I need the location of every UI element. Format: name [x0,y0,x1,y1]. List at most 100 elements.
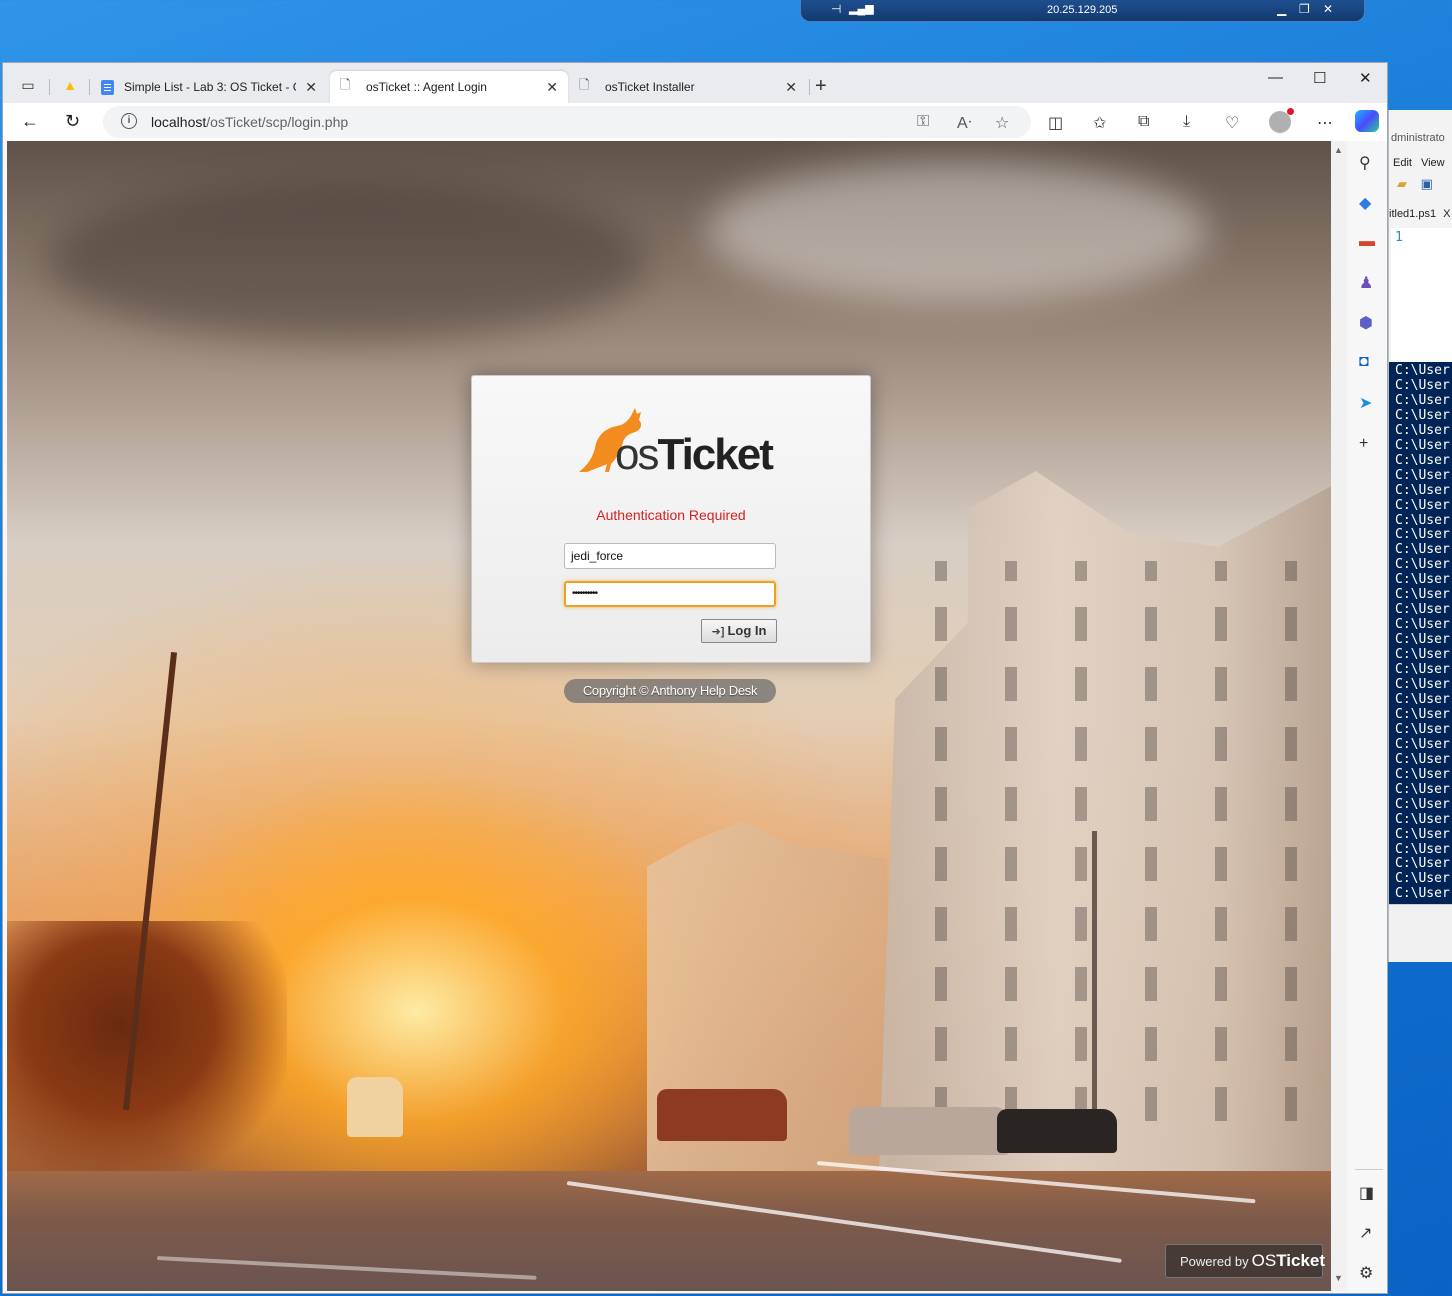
powered-by-text: Powered by [1180,1253,1249,1269]
brand-os-text: OS [1251,1251,1277,1270]
url-field[interactable]: i localhost/osTicket/scp/login.php ⚿ Aᐧ … [103,106,1031,138]
search-icon[interactable]: ⚲ [1359,153,1371,173]
brand-ticket-text: Ticket [1276,1251,1326,1270]
rdp-host-ip: 20.25.129.205 [1047,4,1118,16]
console-line: C:\User [1395,377,1450,393]
tab-divider [49,79,50,95]
favorites-icon[interactable]: ✩ [1093,113,1106,133]
add-sidebar-item-icon[interactable]: + [1359,435,1368,453]
rdp-connection-bar: ⊣ ▂▄▆ 20.25.129.205 ▁ ❐ ✕ [800,0,1365,22]
console-line: C:\User [1395,736,1450,752]
console-line: C:\User [1395,841,1450,857]
url-text[interactable]: localhost/osTicket/scp/login.php [151,114,348,130]
console-line: C:\User [1395,407,1450,423]
refresh-icon[interactable]: ↻ [65,111,80,132]
scroll-down-icon[interactable]: ▼ [1334,1273,1343,1283]
drop-icon[interactable]: ➤ [1359,393,1372,413]
console-line: C:\User [1395,811,1450,827]
favorite-star-icon[interactable]: ☆ [995,113,1009,133]
osticket-logo: osTicket [575,406,775,480]
ps-line-number: 1 [1395,230,1403,245]
external-link-icon[interactable]: ↗ [1359,1223,1372,1243]
console-line: C:\User [1395,363,1450,378]
page-icon: 🗋 [579,77,590,92]
console-line: C:\User [1395,527,1450,543]
ps-menu-view[interactable]: View [1421,157,1445,169]
console-line: C:\User [1395,482,1450,498]
logo-os-text: os [615,430,660,479]
ps-tab-close-icon[interactable]: X [1443,208,1450,220]
shopping-tag-icon[interactable]: ◆ [1359,193,1371,213]
copilot-icon[interactable] [1355,110,1379,132]
console-line: C:\User [1395,392,1450,408]
login-button[interactable]: ➜] Log In [701,619,777,643]
console-line: C:\User [1395,542,1450,558]
password-field[interactable]: •••••••••• [564,581,776,607]
collections-icon[interactable]: ⧉ [1138,113,1149,131]
logo-wordmark: osTicket [615,430,774,480]
pin-icon[interactable]: ⊣ [831,2,841,16]
ps-script-editor[interactable]: 1 [1391,228,1452,362]
ps-script-tab[interactable]: itled1.ps1 X [1389,208,1451,220]
tools-briefcase-icon[interactable]: ▬ [1359,233,1375,251]
edge-sidebar: ⚲ ◆ ▬ ♟ ⬢ ◘ ➤ + ◨ ↗ ⚙ [1349,141,1387,1293]
google-drive-icon[interactable]: ▲ [61,77,79,93]
games-icon[interactable]: ♟ [1359,273,1373,293]
ps-console[interactable]: C:\User C:\User C:\User C:\User C:\User C:\Us… [1389,362,1452,904]
ps-menu-edit[interactable]: Edit [1393,157,1412,169]
new-tab-button[interactable]: + [815,75,827,98]
minimize-icon[interactable]: ▁ [1277,2,1286,16]
site-info-icon[interactable]: i [121,113,137,129]
downloads-icon[interactable]: ⤓ [1183,113,1190,131]
back-arrow-icon[interactable]: ← [21,111,39,132]
settings-gear-icon[interactable]: ⚙ [1359,1263,1373,1283]
hide-sidebar-icon[interactable]: ◨ [1359,1183,1374,1203]
page-icon: 🗋 [340,77,351,92]
tab-installer[interactable]: 🗋 osTicket Installer ✕ [569,71,807,103]
tab-actions-icon[interactable]: ▭ [19,77,37,93]
read-aloud-icon[interactable]: Aᐧ [957,113,972,133]
tab-agent-login[interactable]: 🗋 osTicket :: Agent Login ✕ [330,71,568,103]
microsoft-365-icon[interactable]: ⬢ [1359,313,1373,333]
vertical-scrollbar[interactable]: ▲ ▼ [1331,141,1347,1291]
signal-icon: ▂▄▆ [849,3,874,15]
key-icon[interactable]: ⚿ [917,113,929,131]
console-line: C:\User [1395,647,1450,663]
login-panel: osTicket Authentication Required jedi_fo… [471,375,871,663]
browser-essentials-icon[interactable]: ♡ [1225,113,1239,133]
tab-close-icon[interactable]: ✕ [305,79,317,96]
open-folder-icon[interactable]: ▰ [1397,176,1407,191]
copyright-badge: Copyright © Anthony Help Desk [564,679,776,703]
tab-close-icon[interactable]: ✕ [546,79,558,96]
restore-icon[interactable]: ❐ [1299,2,1310,16]
more-options-icon[interactable]: ⋯ [1317,113,1333,133]
console-line: C:\User [1395,766,1450,782]
console-line: C:\User [1395,691,1450,707]
street-lamp [1092,831,1097,1131]
scroll-up-icon[interactable]: ▲ [1334,145,1343,155]
logo-ticket-text: Ticket [657,430,773,479]
username-field[interactable]: jedi_force [564,543,776,569]
outlook-icon[interactable]: ◘ [1359,353,1369,371]
window-minimize-icon[interactable]: — [1268,69,1283,86]
edge-browser-window: ▭ ▲ Simple List - Lab 3: OS Ticket - G ✕… [2,62,1388,1294]
page-viewport: osTicket Authentication Required jedi_fo… [7,141,1331,1291]
console-line: C:\User [1395,497,1450,513]
save-icon[interactable]: ▣ [1421,176,1433,191]
console-line: C:\User [1395,512,1450,528]
split-screen-icon[interactable]: ◫ [1048,113,1063,133]
console-line: C:\User [1395,677,1450,693]
close-icon[interactable]: ✕ [1323,2,1333,16]
tab-simple-list[interactable]: Simple List - Lab 3: OS Ticket - G ✕ [91,71,327,103]
window-close-icon[interactable]: ✕ [1359,69,1372,87]
tab-strip: ▭ ▲ Simple List - Lab 3: OS Ticket - G ✕… [3,63,1387,103]
console-line: C:\User [1395,557,1450,573]
console-line: C:\User [1395,826,1450,842]
window-maximize-icon[interactable]: ☐ [1313,69,1326,87]
console-line: C:\User [1395,572,1450,588]
address-bar-row: ← ↻ i localhost/osTicket/scp/login.php ⚿… [3,103,1387,141]
powered-by-badge[interactable]: Powered by OSTicket [1165,1244,1326,1278]
tab-close-icon[interactable]: ✕ [785,79,797,96]
profile-avatar[interactable] [1269,108,1294,133]
console-line: C:\User [1395,602,1450,618]
